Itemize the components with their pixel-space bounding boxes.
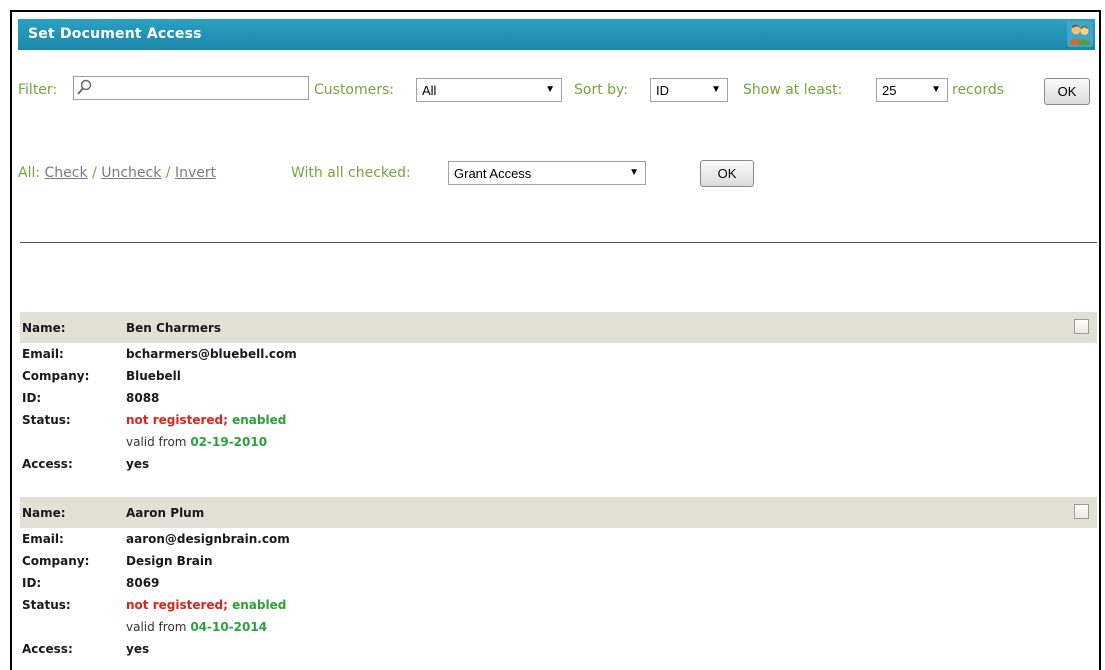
status-value: not registered; enabled <box>126 413 286 427</box>
access-label: Access: <box>22 457 73 471</box>
valid-from-date: 04-10-2014 <box>190 620 268 634</box>
sortby-value: ID <box>656 83 669 98</box>
name-label: Name: <box>22 506 66 520</box>
records-label: records <box>952 82 1005 98</box>
separator: / <box>92 165 97 181</box>
valid-from: valid from 04-10-2014 <box>126 620 267 634</box>
email-value: aaron@designbrain.com <box>126 532 290 546</box>
customers-label: Customers: <box>314 82 395 98</box>
enabled-status: enabled <box>232 413 287 427</box>
bulk-action-value: Grant Access <box>454 166 532 181</box>
valid-from: valid from 02-19-2010 <box>126 435 267 449</box>
sortby-select[interactable]: ID ▼ <box>650 78 728 102</box>
check-all-link[interactable]: Check <box>45 165 88 181</box>
document-access-panel: Set Document Access Filter: Customers: A… <box>10 10 1101 670</box>
access-label: Access: <box>22 642 73 656</box>
bulk-ok-button[interactable]: OK <box>700 160 754 187</box>
id-row: ID: 8088 <box>20 387 1097 409</box>
company-value: Design Brain <box>126 554 213 568</box>
enabled-status: enabled <box>232 598 287 612</box>
status-label: Status: <box>22 413 71 427</box>
records-count-value: 25 <box>882 83 897 98</box>
chevron-down-icon: ▼ <box>629 167 639 178</box>
filter-input[interactable] <box>73 76 309 100</box>
name-label: Name: <box>22 321 66 335</box>
company-row: Company: Design Brain <box>20 550 1097 572</box>
chevron-down-icon: ▼ <box>931 84 941 95</box>
bulk-action-select[interactable]: Grant Access ▼ <box>448 161 646 185</box>
filter-text[interactable] <box>92 79 306 99</box>
id-value: 8088 <box>126 391 160 405</box>
name-value: Ben Charmers <box>126 321 222 335</box>
invert-link[interactable]: Invert <box>175 165 216 181</box>
id-label: ID: <box>22 576 42 590</box>
valid-from-date: 02-19-2010 <box>190 435 268 449</box>
company-value: Bluebell <box>126 369 181 383</box>
company-label: Company: <box>22 554 90 568</box>
record-checkbox[interactable] <box>1074 319 1089 334</box>
record-header: Name: Aaron Plum <box>20 497 1097 528</box>
separator: / <box>165 165 171 181</box>
status-row: Status: not registered; enabled <box>20 409 1097 431</box>
email-row: Email: aaron@designbrain.com <box>20 528 1097 550</box>
email-value: bcharmers@bluebell.com <box>126 347 297 361</box>
chevron-down-icon: ▼ <box>711 84 721 95</box>
record-header: Name: Ben Charmers <box>20 312 1097 343</box>
name-value: Aaron Plum <box>126 506 205 520</box>
id-row: ID: 8069 <box>20 572 1097 594</box>
access-row: Access: yes <box>20 638 1097 660</box>
show-at-least-label: Show at least: <box>743 82 843 98</box>
page-title: Set Document Access <box>28 26 202 42</box>
valid-row: valid from 02-19-2010 <box>20 431 1097 453</box>
search-icon <box>76 79 92 97</box>
status-label: Status: <box>22 598 71 612</box>
id-value: 8069 <box>126 576 160 590</box>
registration-status: not registered; <box>126 413 228 427</box>
email-row: Email: bcharmers@bluebell.com <box>20 343 1097 365</box>
records-count-select[interactable]: 25 ▼ <box>876 78 948 102</box>
record-checkbox[interactable] <box>1074 504 1089 519</box>
user-record: Name: Ben Charmers Email: bcharmers@blue… <box>20 312 1097 475</box>
email-label: Email: <box>22 347 64 361</box>
company-label: Company: <box>22 369 90 383</box>
status-row: Status: not registered; enabled <box>20 594 1097 616</box>
filter-label: Filter: <box>18 82 58 98</box>
status-value: not registered; enabled <box>126 598 286 612</box>
email-label: Email: <box>22 532 64 546</box>
title-bar: Set Document Access <box>18 19 1095 50</box>
chevron-down-icon: ▼ <box>545 84 555 95</box>
filter-ok-button[interactable]: OK <box>1044 78 1090 105</box>
access-value: yes <box>126 457 150 471</box>
sortby-label: Sort by: <box>574 82 629 98</box>
customers-value: All <box>422 83 437 98</box>
all-label: All: <box>18 165 41 181</box>
user-record: Name: Aaron Plum Email: aaron@designbrai… <box>20 497 1097 660</box>
divider <box>20 242 1097 243</box>
uncheck-all-link[interactable]: Uncheck <box>101 165 161 181</box>
access-value: yes <box>126 642 150 656</box>
customers-select[interactable]: All ▼ <box>416 78 562 102</box>
valid-from-label: valid from <box>126 620 187 634</box>
access-row: Access: yes <box>20 453 1097 475</box>
bulk-select-links: All: Check / Uncheck / Invert <box>18 165 216 181</box>
people-icon[interactable] <box>1067 21 1093 47</box>
with-all-checked-label: With all checked: <box>291 165 411 181</box>
valid-row: valid from 04-10-2014 <box>20 616 1097 638</box>
id-label: ID: <box>22 391 42 405</box>
registration-status: not registered; <box>126 598 228 612</box>
valid-from-label: valid from <box>126 435 187 449</box>
company-row: Company: Bluebell <box>20 365 1097 387</box>
